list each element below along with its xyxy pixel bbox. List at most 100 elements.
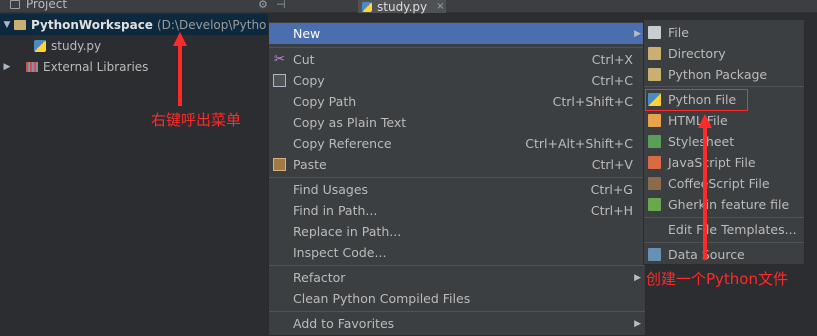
annotation-highlight-box (645, 89, 748, 111)
menu-item-replace-in-path[interactable]: Replace in Path... (269, 221, 645, 242)
menu-item-shortcut: Ctrl+X (591, 52, 633, 67)
menu-item-find-in-path[interactable]: Find in Path... Ctrl+H (269, 200, 645, 221)
menu-item-find-usages[interactable]: Find Usages Ctrl+G (269, 179, 645, 200)
menu-separator (644, 242, 804, 243)
menu-item-label: Clean Python Compiled Files (293, 291, 471, 306)
menu-item-label: Add to Favorites (293, 316, 395, 331)
menu-separator (644, 86, 804, 87)
root-folder-name: PythonWorkspace (31, 17, 153, 32)
library-icon (26, 61, 38, 72)
submenu-item-label: Directory (668, 46, 726, 61)
scissors-icon: ✂ (274, 52, 285, 67)
file-icon (648, 26, 661, 39)
menu-item-shortcut: Ctrl+G (590, 182, 633, 197)
menu-item-label: Copy (293, 73, 325, 88)
menu-item-label: Inspect Code... (293, 245, 387, 260)
project-tab-label: Project (26, 0, 68, 11)
css-file-icon (648, 135, 661, 148)
menu-item-label: Find in Path... (293, 203, 378, 218)
menu-item-label: Find Usages (293, 182, 369, 197)
menu-item-label: Copy as Plain Text (293, 115, 407, 130)
menu-item-copy-path[interactable]: Copy Path Ctrl+Shift+C (269, 91, 645, 112)
menu-separator (644, 217, 804, 218)
menu-item-paste[interactable]: Paste Ctrl+V (269, 154, 645, 175)
gherkin-file-icon (648, 198, 661, 211)
submenu-arrow-icon: ▶ (634, 318, 641, 329)
menu-item-copy-reference[interactable]: Copy Reference Ctrl+Alt+Shift+C (269, 133, 645, 154)
tree-item-external-libs[interactable]: ▶ External Libraries (0, 56, 268, 77)
submenu-item-coffeescript[interactable]: CoffeeScript File (644, 173, 804, 194)
menu-item-refactor[interactable]: Refactor ▶ (269, 267, 645, 288)
expand-right-icon[interactable]: ▶ (0, 62, 14, 72)
clipboard-icon (273, 158, 286, 171)
database-icon (648, 248, 661, 261)
folder-icon (14, 19, 26, 30)
pin-icon[interactable]: ⊣ (276, 0, 286, 11)
settings-icon[interactable]: ⚙ (258, 0, 268, 11)
submenu-item-label: Gherkin feature file (668, 197, 790, 212)
menu-separator (269, 47, 645, 48)
menu-item-shortcut: Ctrl+H (590, 203, 633, 218)
menu-item-label: Refactor (293, 270, 346, 285)
new-submenu: File Directory Python Package Python Fil… (643, 19, 805, 265)
submenu-arrow-icon: ▶ (634, 272, 641, 283)
menu-item-inspect-code[interactable]: Inspect Code... (269, 242, 645, 263)
menu-item-shortcut: Ctrl+V (591, 157, 633, 172)
project-tree: ▼ PythonWorkspace (D:\Develop\Pytho stud… (0, 14, 268, 77)
menu-item-label: Cut (293, 52, 315, 67)
annotation-arrow-up-2 (698, 114, 712, 260)
submenu-item-html-file[interactable]: HTML File (644, 110, 804, 131)
expand-down-icon[interactable]: ▼ (0, 20, 14, 30)
tree-item-root[interactable]: ▼ PythonWorkspace (D:\Develop\Pytho (0, 14, 268, 35)
submenu-item-edit-templates[interactable]: Edit File Templates... (644, 219, 804, 240)
menu-item-label: Replace in Path... (293, 224, 402, 239)
close-icon[interactable]: × (436, 1, 444, 12)
folder-icon (648, 47, 661, 60)
menu-separator (269, 177, 645, 178)
menu-item-shortcut: Ctrl+Shift+C (552, 94, 633, 109)
menu-item-copy[interactable]: Copy Ctrl+C (269, 70, 645, 91)
submenu-item-stylesheet[interactable]: Stylesheet (644, 131, 804, 152)
menu-item-label: Paste (293, 157, 327, 172)
menu-item-label: New (293, 26, 321, 41)
html-file-icon (648, 114, 661, 127)
submenu-item-label: File (668, 25, 689, 40)
submenu-item-file[interactable]: File (644, 22, 804, 43)
annotation-create-file: 创建一个Python文件 (646, 270, 788, 288)
project-icon (10, 0, 20, 9)
submenu-arrow-icon: ▶ (634, 28, 641, 39)
coffee-file-icon (648, 177, 661, 190)
menu-item-clean-compiled[interactable]: Clean Python Compiled Files (269, 288, 645, 309)
tree-item-study[interactable]: study.py (0, 35, 268, 56)
menu-item-cut[interactable]: ✂ Cut Ctrl+X (269, 49, 645, 70)
tree-file-label: study.py (51, 38, 102, 53)
menu-item-label: Copy Path (293, 94, 357, 109)
editor-tab-study[interactable]: study.py × (358, 0, 446, 14)
project-tool-tab[interactable]: Project (10, 0, 67, 11)
submenu-item-gherkin[interactable]: Gherkin feature file (644, 194, 804, 215)
python-file-icon (362, 1, 372, 12)
submenu-item-label: Edit File Templates... (668, 222, 797, 237)
annotation-arrow-up (173, 32, 187, 106)
menu-item-new[interactable]: New ▶ (269, 23, 645, 44)
submenu-item-label: Python Package (668, 67, 768, 82)
menu-item-copy-plain[interactable]: Copy as Plain Text (269, 112, 645, 133)
js-file-icon (648, 156, 661, 169)
submenu-item-data-source[interactable]: Data Source (644, 244, 804, 265)
submenu-item-directory[interactable]: Directory (644, 43, 804, 64)
context-menu: New ▶ ✂ Cut Ctrl+X Copy Ctrl+C Copy Path… (268, 21, 646, 336)
copy-icon (273, 74, 286, 87)
menu-item-shortcut: Ctrl+C (591, 73, 633, 88)
menu-separator (269, 311, 645, 312)
external-libs-label: External Libraries (43, 59, 149, 74)
submenu-item-javascript[interactable]: JavaScript File (644, 152, 804, 173)
submenu-item-python-package[interactable]: Python Package (644, 64, 804, 85)
menu-separator (269, 265, 645, 266)
editor-tab-label: study.py (377, 0, 428, 14)
python-file-icon (34, 39, 46, 52)
menu-item-add-favorites[interactable]: Add to Favorites ▶ (269, 313, 645, 334)
annotation-right-click: 右键呼出菜单 (151, 111, 242, 129)
menu-item-shortcut: Ctrl+Alt+Shift+C (525, 136, 633, 151)
menu-item-label: Copy Reference (293, 136, 392, 151)
submenu-item-label: CoffeeScript File (668, 176, 770, 191)
